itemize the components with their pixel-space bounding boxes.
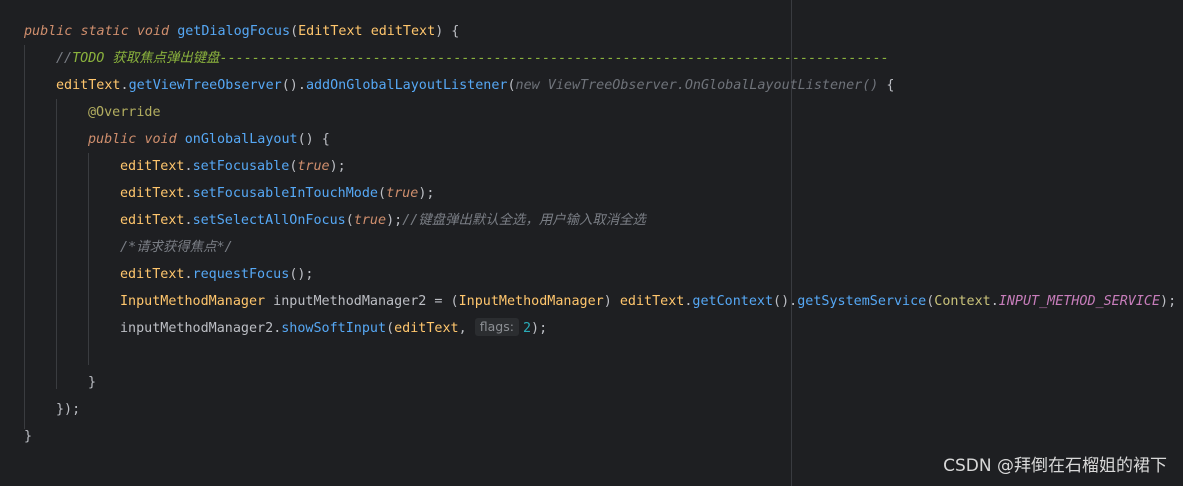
punct: ( — [507, 78, 516, 93]
dot: . — [184, 186, 193, 201]
code-line-7[interactable]: editText.setFocusableInTouchMode(true); — [120, 180, 434, 207]
keyword-void: void — [144, 132, 177, 147]
param-type: EditText — [298, 24, 363, 39]
boolean-literal: true — [353, 213, 387, 228]
folded-anonymous-class-hint[interactable]: new ViewTreeObserver.OnGlobalLayoutListe… — [516, 78, 879, 93]
code-line-3[interactable]: editText.getViewTreeObserver().addOnGlob… — [56, 72, 894, 99]
dot: . — [184, 159, 193, 174]
punct: ( — [386, 321, 395, 336]
indent-guide-3 — [88, 153, 89, 365]
variable: editText — [394, 321, 459, 336]
punct: ); — [531, 321, 548, 336]
comment-prefix: // — [56, 51, 73, 66]
dot: . — [184, 213, 193, 228]
keyword-public: public — [24, 24, 73, 39]
indent-guide-2 — [56, 99, 57, 389]
method-call: showSoftInput — [281, 321, 387, 336]
variable: editText — [120, 186, 185, 201]
code-line-10[interactable]: editText.requestFocus(); — [120, 261, 314, 288]
method-name: getDialogFocus — [177, 24, 291, 39]
punct: ); — [418, 186, 435, 201]
todo-comment: TODO 获取焦点弹出键盘---------------------------… — [72, 51, 889, 66]
code-line-14[interactable]: } — [88, 369, 96, 396]
punct: ); — [386, 213, 403, 228]
indent-guide-1 — [24, 45, 25, 429]
dot: . — [184, 267, 193, 282]
code-line-11[interactable]: InputMethodManager inputMethodManager2 =… — [120, 288, 1176, 315]
method-call: setFocusableInTouchMode — [192, 186, 378, 201]
variable: editText — [120, 213, 185, 228]
punct: { — [878, 78, 895, 93]
punct: ( — [345, 213, 354, 228]
punct: ); — [1160, 294, 1177, 309]
static-constant: INPUT_METHOD_SERVICE — [998, 294, 1161, 309]
variable: editText — [120, 267, 185, 282]
line-comment: //键盘弹出默认全选，用户输入取消全选 — [402, 213, 646, 228]
punct: (). — [281, 78, 306, 93]
annotation-override: @Override — [88, 105, 161, 120]
paren-open: ( — [290, 24, 299, 39]
punct: , — [458, 321, 475, 336]
variable: editText — [120, 159, 185, 174]
variable: inputMethodManager2 — [120, 321, 274, 336]
method-call: setFocusable — [192, 159, 290, 174]
method-call: setSelectAllOnFocus — [192, 213, 346, 228]
punct: () { — [297, 132, 330, 147]
punct: ( — [378, 186, 387, 201]
code-editor[interactable]: public static void getDialogFocus(EditTe… — [0, 0, 1183, 486]
code-line-6[interactable]: editText.setFocusable(true); — [120, 153, 346, 180]
boolean-literal: true — [297, 159, 330, 174]
number-literal: 2 — [522, 321, 532, 336]
closing-brace: } — [88, 375, 97, 390]
variable: editText — [56, 78, 121, 93]
block-comment: /*请求获得焦点*/ — [120, 240, 233, 255]
method-call: getSystemService — [797, 294, 927, 309]
boolean-literal: true — [386, 186, 419, 201]
punct: ) — [603, 294, 620, 309]
keyword-public: public — [88, 132, 137, 147]
keyword-void: void — [136, 24, 170, 39]
dot: . — [990, 294, 999, 309]
method-call: requestFocus — [192, 267, 290, 282]
code-line-4[interactable]: @Override — [88, 99, 161, 126]
code-line-8[interactable]: editText.setSelectAllOnFocus(true);//键盘弹… — [120, 207, 646, 234]
code-line-2[interactable]: //TODO 获取焦点弹出键盘-------------------------… — [56, 45, 889, 72]
code-line-15[interactable]: }); — [56, 396, 80, 423]
code-line-5[interactable]: public void onGlobalLayout() { — [88, 126, 330, 153]
code-line-16[interactable]: } — [24, 423, 32, 450]
method-call: getContext — [692, 294, 774, 309]
variable: editText — [619, 294, 685, 309]
code-line-1[interactable]: public static void getDialogFocus(EditTe… — [24, 18, 459, 45]
code-line-9[interactable]: /*请求获得焦点*/ — [120, 234, 233, 261]
paren-close: ) { — [435, 24, 460, 39]
method-name: onGlobalLayout — [184, 132, 298, 147]
punct: (). — [773, 294, 798, 309]
method-call: addOnGlobalLayoutListener — [305, 78, 508, 93]
cast-type: InputMethodManager — [458, 294, 604, 309]
closing-brace: }); — [56, 402, 81, 417]
keyword-static: static — [80, 24, 129, 39]
type-name: InputMethodManager — [120, 294, 266, 309]
declaration: inputMethodManager2 = ( — [265, 294, 459, 309]
closing-brace: } — [24, 429, 33, 444]
param-name: editText — [370, 24, 436, 39]
csdn-watermark: CSDN @拜倒在石榴姐的裙下 — [943, 456, 1167, 476]
dot: . — [120, 78, 129, 93]
class-reference: Context — [934, 294, 991, 309]
punct: (); — [289, 267, 314, 282]
punct: ); — [329, 159, 346, 174]
method-call: getViewTreeObserver — [128, 78, 282, 93]
code-line-12[interactable]: inputMethodManager2.showSoftInput(editTe… — [120, 315, 547, 342]
parameter-name-hint: flags: — [474, 318, 519, 336]
